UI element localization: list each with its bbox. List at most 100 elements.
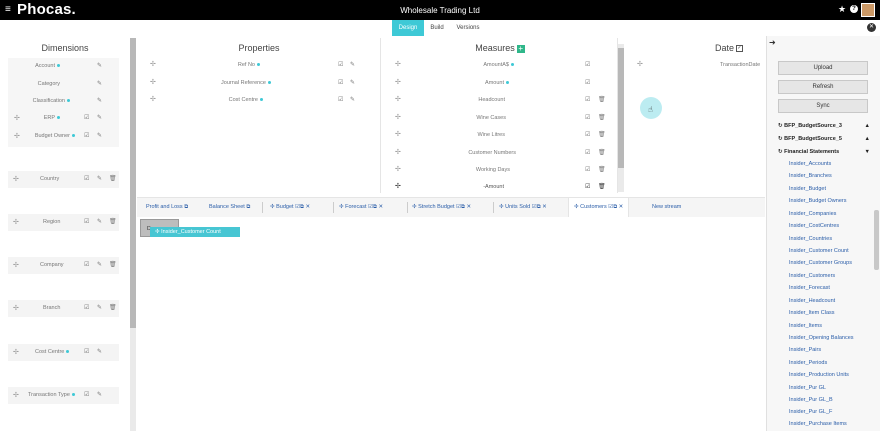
source-table-item[interactable]: Insider_Periods (789, 360, 827, 367)
trash-icon[interactable]: 🗑 (598, 115, 606, 122)
scrollbar-thumb[interactable] (618, 48, 624, 168)
edit-box-icon[interactable]: ☑ (84, 305, 89, 312)
source-table-item[interactable]: Insider_Pur GL (789, 385, 826, 392)
source-table-item[interactable]: Insider_Budget (789, 186, 826, 193)
source-table-item[interactable]: Insider_Customers (789, 273, 835, 280)
copy-icon[interactable]: ⧉ (461, 204, 465, 210)
trash-icon[interactable]: 🗑 (598, 184, 606, 191)
edit-pencil-icon[interactable]: ✎ (350, 80, 355, 87)
source-table-item[interactable]: Insider_Pur GL_B (789, 397, 833, 404)
drag-handle-icon[interactable]: ✢ (14, 133, 20, 140)
edit-pencil-icon[interactable]: ✎ (97, 81, 102, 88)
edit-pencil-icon[interactable]: ✎ (350, 62, 355, 69)
copy-icon[interactable]: ⧉ (300, 204, 304, 210)
source-bfp-budgetsource-3[interactable]: ↻ BFP_BudgetSource_3 ▲ (778, 123, 870, 130)
copy-icon[interactable]: ⧉ (613, 204, 617, 210)
edit-pencil-icon[interactable]: ✎ (97, 176, 102, 183)
stream-tab-customers[interactable]: ✢ Customers ☑⧉ ✕ (568, 198, 630, 217)
edit-box-icon[interactable]: ✓ (736, 45, 744, 53)
edit-box-icon[interactable]: ☑ (585, 167, 590, 174)
drag-handle-icon[interactable]: ✢ (14, 115, 20, 122)
drag-handle-icon[interactable]: ✢ (13, 392, 19, 399)
source-table-item[interactable]: Insider_Pairs (789, 347, 821, 354)
drag-handle-icon[interactable]: ✢ (13, 219, 19, 226)
source-table-item[interactable]: Insider_Headcount (789, 298, 835, 305)
user-avatar[interactable] (861, 3, 875, 17)
dragged-item[interactable]: ✢ Insider_Customer Count (150, 227, 240, 237)
dimensions-scrollbar[interactable] (130, 38, 136, 431)
trash-icon[interactable]: 🗑 (109, 305, 117, 312)
drag-handle-icon[interactable]: ✢ (339, 204, 344, 210)
source-table-item[interactable]: Insider_Opening Balances (789, 335, 854, 342)
favorite-star-icon[interactable]: ★ (838, 5, 846, 14)
source-table-item[interactable]: Insider_Production Units (789, 372, 849, 379)
upload-button[interactable]: Upload (778, 61, 868, 75)
chevron-up-icon[interactable]: ▲ (865, 123, 870, 130)
tab-design[interactable]: Design (392, 20, 424, 36)
tab-build[interactable]: Build (426, 20, 448, 36)
edit-box-icon[interactable]: ☑ (338, 97, 343, 104)
edit-box-icon[interactable]: ☑ (84, 219, 89, 226)
measures-scrollbar[interactable] (618, 44, 624, 192)
source-table-item[interactable]: Insider_Accounts (789, 161, 831, 168)
edit-box-icon[interactable]: ☑ (84, 133, 89, 140)
edit-pencil-icon[interactable]: ✎ (97, 349, 102, 356)
edit-box-icon[interactable]: ☑ (585, 80, 590, 87)
drag-handle-icon[interactable]: ✢ (395, 79, 401, 86)
edit-box-icon[interactable]: ☑ (84, 262, 89, 269)
edit-pencil-icon[interactable]: ✎ (97, 98, 102, 105)
source-table-item[interactable]: Insider_Companies (789, 211, 836, 218)
source-table-item[interactable]: Insider_CostCentres (789, 223, 839, 230)
edit-pencil-icon[interactable]: ✎ (97, 219, 102, 226)
trash-icon[interactable]: 🗑 (109, 262, 117, 269)
new-stream-tab[interactable]: New stream (652, 198, 681, 217)
refresh-button[interactable]: Refresh (778, 80, 868, 94)
stream-tab-profit-and-loss[interactable]: Profit and Loss ⧉ (146, 198, 188, 217)
drag-handle-icon[interactable]: ✢ (270, 204, 275, 210)
chevron-down-icon[interactable]: ▼ (865, 149, 870, 156)
stream-tab-forecast[interactable]: ✢ Forecast ☑⧉ ✕ (339, 198, 383, 217)
drag-handle-icon[interactable]: ✢ (499, 204, 504, 210)
source-table-item[interactable]: Insider_Branches (789, 173, 832, 180)
sync-button[interactable]: Sync (778, 99, 868, 113)
close-icon[interactable]: ✕ (542, 204, 547, 210)
stream-tab-budget[interactable]: ✢ Budget ☑⧉ ✕ (270, 198, 310, 217)
drag-handle-icon[interactable]: ✢ (395, 166, 401, 173)
source-financial-statements[interactable]: ↻ Financial Statements ▼ (778, 149, 870, 156)
add-measure-button[interactable]: + (516, 44, 525, 53)
sources-scrollbar[interactable] (874, 210, 879, 270)
close-icon[interactable]: ✕ (466, 204, 471, 210)
trash-icon[interactable]: 🗑 (109, 176, 117, 183)
copy-icon[interactable]: ⧉ (246, 204, 250, 210)
stream-tab-balance-sheet[interactable]: Balance Sheet ⧉ (209, 198, 250, 217)
source-table-item[interactable]: Insider_Items (789, 323, 822, 330)
edit-box-icon[interactable]: ☑ (338, 62, 343, 69)
drag-handle-icon[interactable]: ✢ (395, 61, 401, 68)
source-table-item[interactable]: Insider_Pur GL_F (789, 409, 832, 416)
edit-box-icon[interactable]: ☑ (585, 62, 590, 69)
drag-handle-icon[interactable]: ✢ (13, 176, 19, 183)
drag-handle-icon[interactable]: ✢ (395, 96, 401, 103)
source-table-item[interactable]: Insider_Purchase Items (789, 421, 847, 428)
edit-pencil-icon[interactable]: ✎ (97, 115, 102, 122)
close-icon[interactable]: ✕ (867, 23, 876, 32)
source-bfp-budgetsource-5[interactable]: ↻ BFP_BudgetSource_5 ▲ (778, 136, 870, 143)
edit-box-icon[interactable]: ☑ (585, 132, 590, 139)
copy-icon[interactable]: ⧉ (373, 204, 377, 210)
drag-handle-icon[interactable]: ✢ (395, 131, 401, 138)
scrollbar-thumb[interactable] (130, 38, 136, 328)
edit-pencil-icon[interactable]: ✎ (97, 262, 102, 269)
edit-box-icon[interactable]: ☑ (84, 349, 89, 356)
drag-handle-icon[interactable]: ✢ (395, 183, 401, 190)
drag-handle-icon[interactable]: ✢ (13, 305, 19, 312)
stream-tab-units-sold[interactable]: ✢ Units Sold ☑⧉ ✕ (499, 198, 547, 217)
tab-versions[interactable]: Versions (452, 20, 484, 36)
trash-icon[interactable]: 🗑 (598, 132, 606, 139)
edit-box-icon[interactable]: ☑ (585, 115, 590, 122)
close-icon[interactable]: ✕ (619, 204, 624, 210)
edit-pencil-icon[interactable]: ✎ (97, 133, 102, 140)
source-table-item[interactable]: Insider_Countries (789, 236, 832, 243)
drag-handle-icon[interactable]: ✢ (395, 149, 401, 156)
edit-pencil-icon[interactable]: ✎ (97, 305, 102, 312)
drag-handle-icon[interactable]: ✢ (574, 204, 579, 210)
